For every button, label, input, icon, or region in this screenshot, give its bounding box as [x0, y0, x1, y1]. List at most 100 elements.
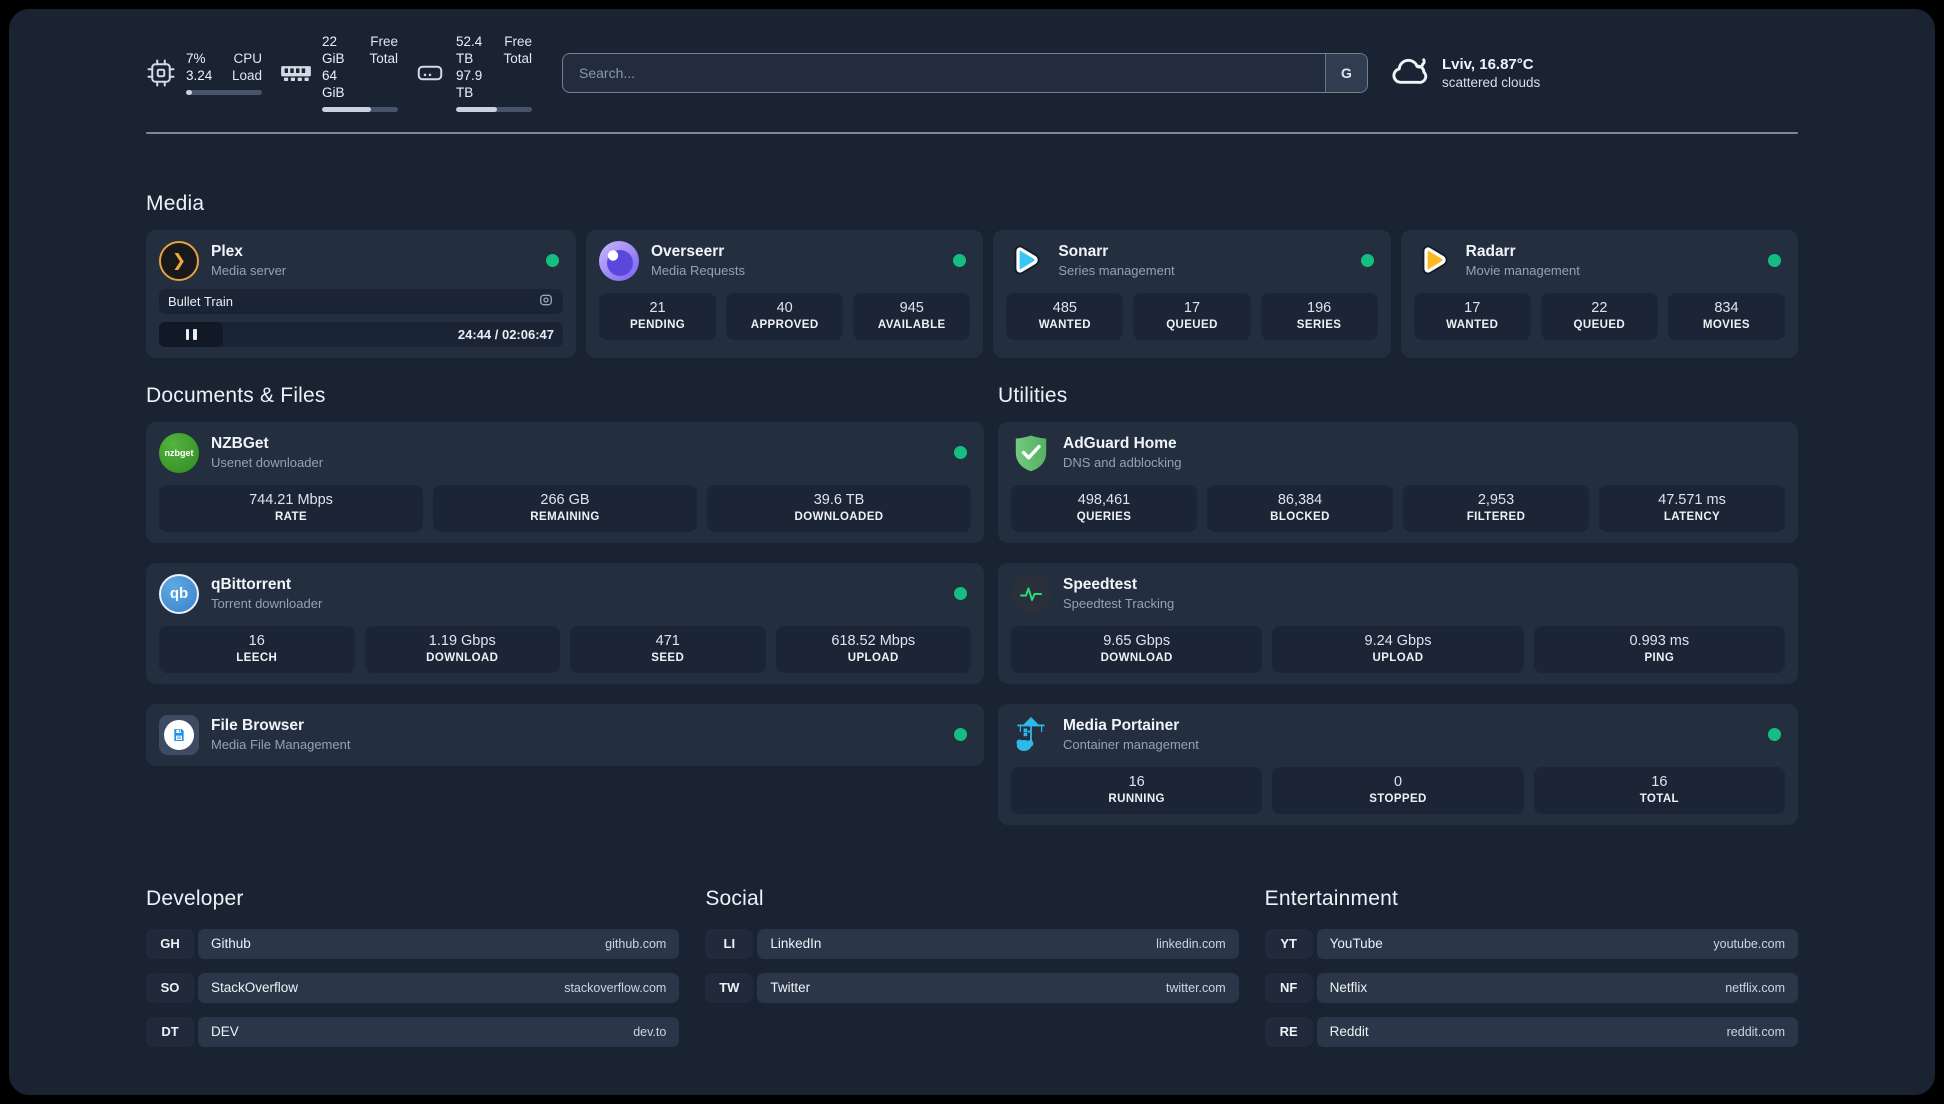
link-linkedin[interactable]: LI LinkedIn linkedin.com: [705, 928, 1239, 959]
link-tag: TW: [705, 972, 754, 1003]
section-title-documents: Documents & Files: [146, 383, 326, 407]
link-tag: DT: [146, 1016, 194, 1047]
documents-files-section: Documents & Files nzbget NZBGet Usenet d…: [146, 384, 984, 825]
header-divider: [146, 132, 1798, 134]
stat-pill: 17 WANTED: [1413, 292, 1531, 340]
stat-pill: 1.19 Gbps DOWNLOAD: [364, 625, 560, 673]
utilities-section: Utilities AdGuard Home DNS and adblockin…: [998, 384, 1798, 825]
stat-pill: 21 PENDING: [599, 292, 717, 340]
status-dot-online: [1768, 254, 1781, 267]
status-dot-online: [954, 446, 967, 459]
stat-pill: 2,953 FILTERED: [1403, 484, 1589, 532]
overseerr-card[interactable]: Overseerr Media Requests 21 PENDING 40 APP…: [586, 229, 984, 358]
stat-pill: 498,461 QUERIES: [1011, 484, 1197, 532]
disk-icon: [414, 58, 446, 88]
cpu-usage: 7%: [186, 51, 206, 66]
stat-pill: 9.24 Gbps UPLOAD: [1272, 625, 1524, 673]
stat-pill: 266 GB REMAINING: [433, 484, 697, 532]
portainer-icon: [1011, 715, 1051, 755]
section-title-social: Social: [705, 886, 764, 910]
social-links-section: Social LI LinkedIn linkedin.com TW Twitte…: [705, 886, 1239, 1047]
nzbget-icon: nzbget: [159, 432, 199, 473]
link-stackoverflow[interactable]: SO StackOverflow stackoverflow.com: [146, 972, 680, 1003]
stat-pill: 16 LEECH: [159, 625, 355, 673]
radarr-card[interactable]: Radarr Movie management 17 WANTED 22 QUEUE…: [1400, 229, 1798, 358]
player-progress-row: 24:44 / 02:06:47: [159, 321, 563, 347]
storage-stat: 52.4 TB 97.9 TB Free Total: [414, 33, 532, 112]
stat-pill: 40 APPROVED: [726, 292, 844, 340]
stat-pill: 834 MOVIES: [1667, 292, 1785, 340]
qbittorrent-icon: qb: [159, 573, 199, 614]
weather-condition: scattered clouds: [1442, 74, 1541, 90]
weather-widget: Lviv, 16.87°C scattered clouds: [1390, 53, 1540, 92]
stat-pill: 86,384 BLOCKED: [1207, 484, 1393, 532]
speedtest-card[interactable]: Speedtest Speedtest Tracking 9.65 Gbps DO…: [998, 562, 1798, 684]
stat-pill: 16 RUNNING: [1011, 766, 1263, 814]
qbittorrent-card[interactable]: qb qBittorrent Torrent downloader 16 LEEC…: [146, 562, 984, 684]
sonarr-card[interactable]: Sonarr Series management 485 WANTED 17 QUE…: [993, 229, 1391, 358]
app-name: Plex: [211, 243, 243, 260]
stat-pill: 945 AVAILABLE: [853, 292, 971, 340]
disk-total: 97.9 TB: [456, 68, 483, 100]
section-title-entertainment: Entertainment: [1264, 886, 1398, 910]
overseerr-icon: [599, 240, 639, 281]
cloud-icon: [1390, 53, 1430, 92]
link-github[interactable]: GH Github github.com: [146, 928, 680, 959]
section-title-utilities: Utilities: [998, 383, 1068, 407]
link-tag: RE: [1264, 1016, 1313, 1047]
adguard-icon: [1011, 433, 1051, 473]
ram-free: 22 GiB: [322, 34, 345, 66]
cpu-progress-bar: [186, 90, 262, 95]
ram-total: 64 GiB: [322, 68, 345, 100]
cpu-icon: [146, 58, 176, 88]
ram-icon: [280, 60, 312, 86]
ram-progress-bar: [322, 107, 398, 112]
pause-button[interactable]: [159, 321, 223, 347]
weather-location-temp: Lviv, 16.87°C: [1442, 55, 1534, 73]
stat-pill: 618.52 Mbps UPLOAD: [775, 625, 971, 673]
stat-pill: 485 WANTED: [1006, 292, 1124, 340]
stat-pill: 17 QUEUED: [1133, 292, 1251, 340]
link-tag: SO: [146, 972, 194, 1003]
search-input[interactable]: [562, 52, 1368, 93]
link-reddit[interactable]: RE Reddit reddit.com: [1264, 1016, 1798, 1047]
cpu-stat: 7% 3.24 CPU Load: [146, 50, 262, 95]
link-tag: GH: [146, 928, 194, 959]
app-subtitle: Media server: [211, 263, 287, 278]
plex-card[interactable]: ❯ Plex Media server Bullet Train 24:44 /…: [146, 229, 576, 358]
stat-pill: 39.6 TB DOWNLOADED: [707, 484, 971, 532]
session-info-icon[interactable]: [538, 292, 554, 311]
link-tag: NF: [1264, 972, 1313, 1003]
link-tag: LI: [705, 928, 754, 959]
now-playing-title: Bullet Train: [168, 293, 234, 309]
link-youtube[interactable]: YT YouTube youtube.com: [1264, 928, 1798, 959]
stat-pill: 0 STOPPED: [1272, 766, 1524, 814]
adguard-card[interactable]: AdGuard Home DNS and adblocking 498,461 Q…: [998, 421, 1798, 543]
media-section: ❯ Plex Media server Bullet Train 24:44 /…: [146, 229, 1798, 358]
stat-pill: 22 QUEUED: [1540, 292, 1658, 340]
status-dot-online: [953, 254, 967, 267]
filebrowser-card[interactable]: File Browser Media File Management: [146, 703, 984, 766]
status-dot-online: [1768, 728, 1781, 741]
portainer-card[interactable]: Media Portainer Container management 16 R…: [998, 703, 1798, 825]
section-title-developer: Developer: [146, 886, 244, 910]
stat-pill: 16 TOTAL: [1533, 766, 1785, 814]
status-dot-online: [1360, 254, 1374, 267]
developer-links-section: Developer GH Github github.com SO StackOv…: [146, 886, 680, 1047]
status-dot-online: [546, 254, 559, 267]
dashboard: 7% 3.24 CPU Load 22 GiB 64 GiB Free Total: [9, 9, 1935, 1095]
link-dev-to[interactable]: DT DEV dev.to: [146, 1016, 680, 1047]
nzbget-card[interactable]: nzbget NZBGet Usenet downloader 744.21 M…: [146, 421, 984, 543]
stat-pill: 47.571 ms LATENCY: [1599, 484, 1785, 532]
disk-progress-bar: [456, 107, 532, 112]
now-playing-row: Bullet Train: [159, 288, 563, 314]
search-engine-button[interactable]: G: [1325, 53, 1367, 92]
entertainment-links-section: Entertainment YT YouTube youtube.com NF N…: [1264, 886, 1798, 1047]
top-bar: 7% 3.24 CPU Load 22 GiB 64 GiB Free Total: [146, 9, 1798, 112]
sonarr-icon: [1006, 241, 1046, 281]
link-twitter[interactable]: TW Twitter twitter.com: [705, 972, 1239, 1003]
status-dot-online: [954, 728, 967, 741]
stat-pill: 0.993 ms PING: [1533, 625, 1785, 673]
link-netflix[interactable]: NF Netflix netflix.com: [1264, 972, 1798, 1003]
status-dot-online: [954, 587, 967, 600]
